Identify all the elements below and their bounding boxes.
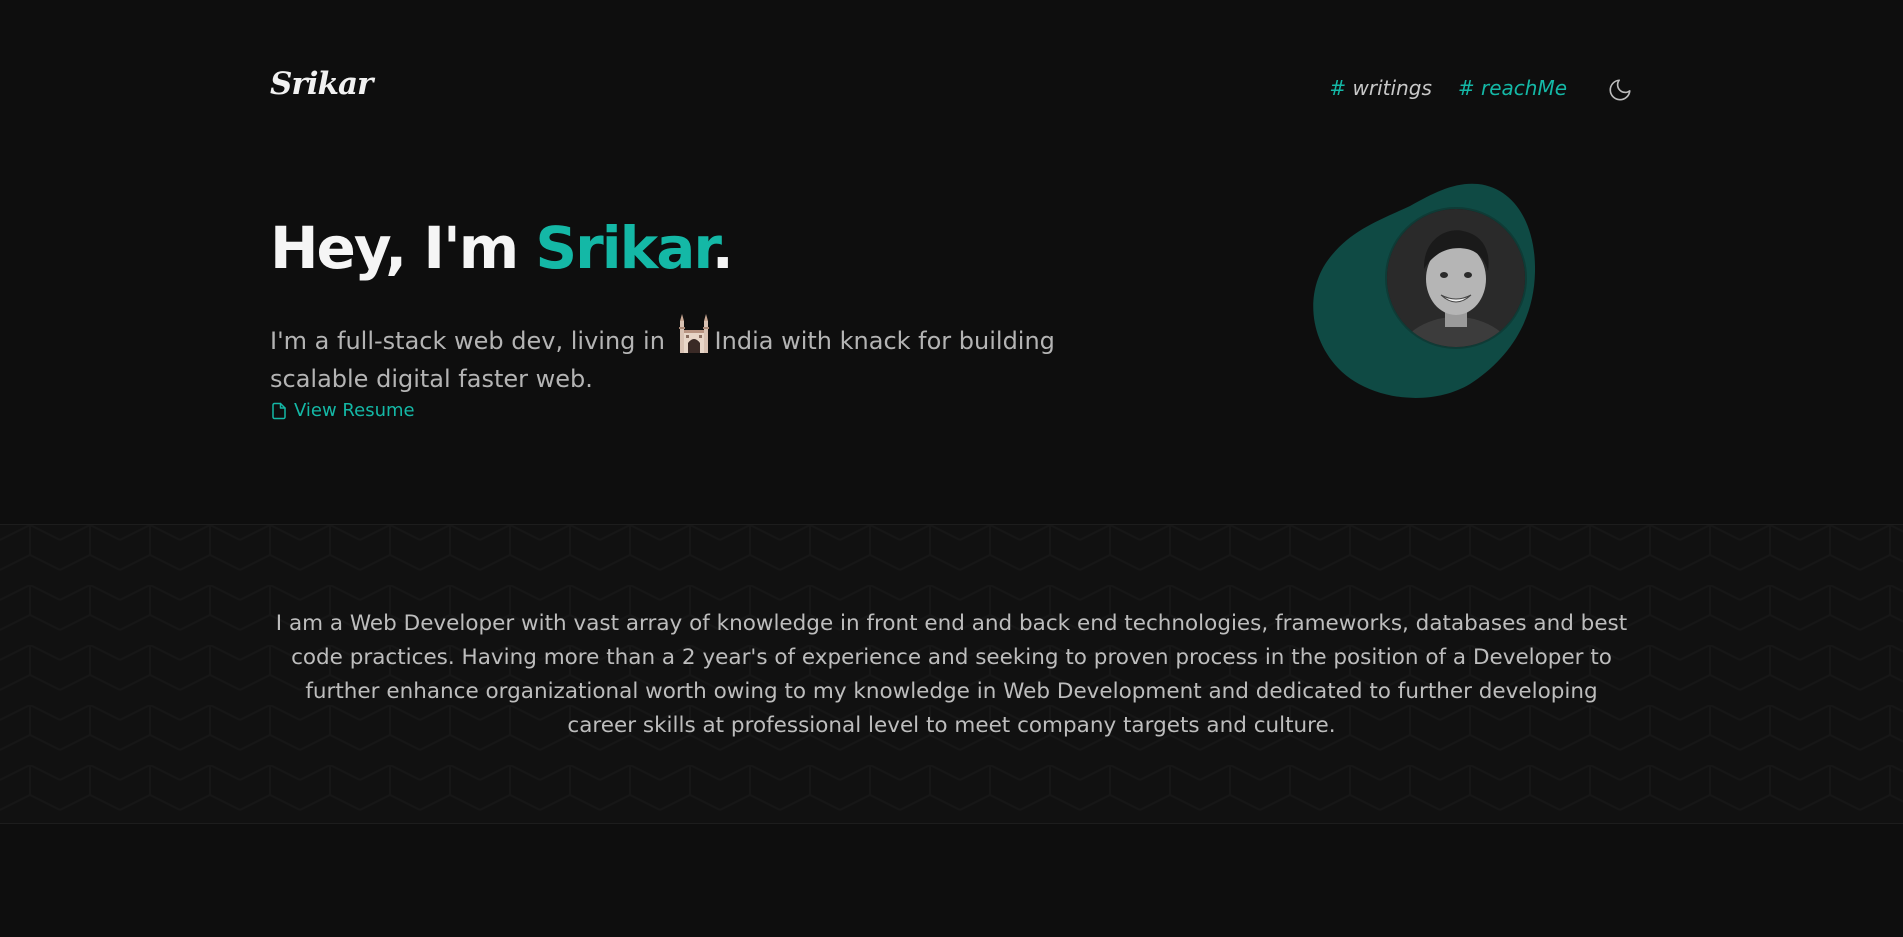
- nav-label-reachme: reachMe: [1480, 76, 1567, 100]
- hero-subtitle: I'm a full-stack web dev, living in Indi…: [270, 313, 1070, 398]
- hero-sub-before: I'm a full-stack web dev, living in: [270, 327, 665, 355]
- nav-hash: #: [1457, 76, 1475, 100]
- about-text: I am a Web Developer with vast array of …: [275, 611, 1628, 738]
- view-resume-label: View Resume: [294, 400, 415, 421]
- hero-greeting: Hey, I'm: [270, 214, 519, 282]
- hero-heading: Hey, I'm Srikar.: [270, 214, 734, 282]
- profile-avatar: [1385, 207, 1527, 349]
- hero-name: Srikar: [535, 214, 713, 282]
- nav-link-writings[interactable]: # writings: [1329, 76, 1431, 100]
- nav-hash: #: [1329, 76, 1347, 100]
- moon-icon: [1609, 79, 1631, 101]
- main-nav: # writings # reachMe: [1329, 76, 1567, 100]
- page: Srikar # writings # reachMe Hey, I'm Sri…: [0, 0, 1903, 937]
- hero-period: .: [711, 214, 734, 282]
- site-logo[interactable]: Srikar: [270, 66, 373, 102]
- charminar-icon: [678, 314, 709, 353]
- theme-toggle-button[interactable]: [1606, 76, 1634, 104]
- about-section: I am a Web Developer with vast array of …: [0, 524, 1903, 824]
- nav-label-writings: writings: [1352, 76, 1432, 100]
- file-icon: [272, 402, 286, 419]
- view-resume-link[interactable]: View Resume: [270, 400, 415, 421]
- avatar-portrait: [1387, 209, 1525, 347]
- nav-link-reachme[interactable]: # reachMe: [1458, 76, 1567, 100]
